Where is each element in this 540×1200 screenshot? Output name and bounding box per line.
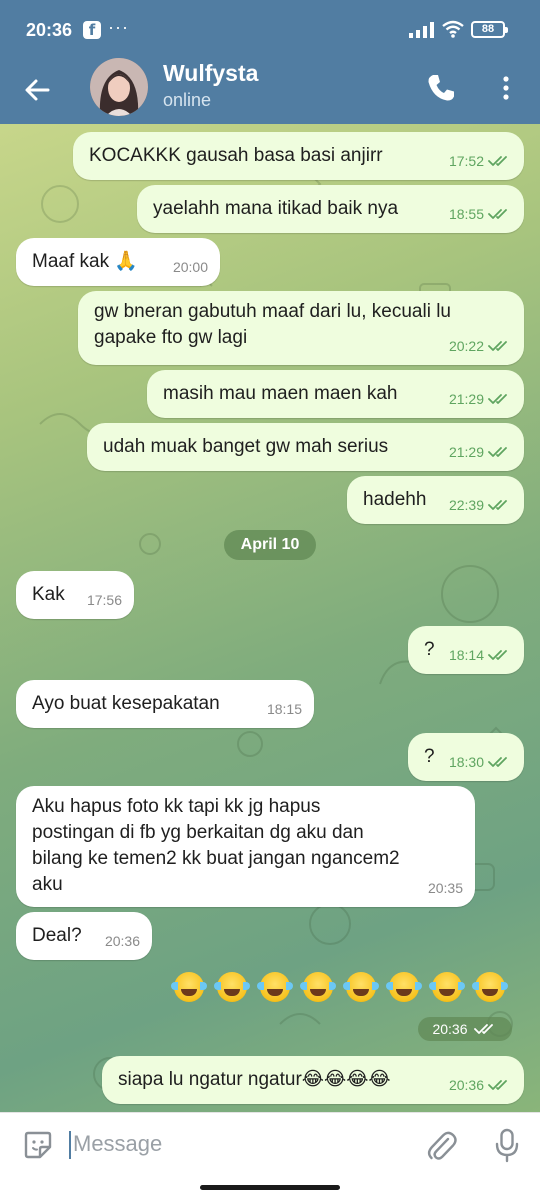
sticker-icon[interactable] <box>22 1129 54 1161</box>
outgoing-message[interactable]: siapa lu ngatur ngatur😂😂😂😂 20:36 <box>102 1056 524 1104</box>
double-check-icon <box>473 1024 493 1034</box>
incoming-message[interactable]: Kak 17:56 <box>16 571 134 619</box>
message-time: 20:36 <box>104 933 140 949</box>
arrow-left-icon[interactable] <box>18 70 58 110</box>
face-with-tears-of-joy-icon <box>429 972 465 1002</box>
message-meta: 17:56 <box>87 587 122 613</box>
more-vertical-icon[interactable] <box>494 70 518 106</box>
message-meta: 21:29 <box>449 439 512 465</box>
text-cursor <box>69 1131 71 1159</box>
double-check-icon <box>488 757 507 767</box>
incoming-message[interactable]: Ayo buat kesepakatan 18:15 <box>16 680 314 728</box>
message-time: 21:29 <box>448 444 484 460</box>
message-time: 17:52 <box>448 153 484 169</box>
message-meta: 20:00 <box>173 254 208 280</box>
avatar-image <box>90 58 148 116</box>
message-time: 17:56 <box>86 592 122 608</box>
double-check-icon <box>488 650 507 660</box>
double-check-icon <box>488 394 507 404</box>
outgoing-message[interactable]: masih mau maen maen kah 21:29 <box>147 370 524 418</box>
message-time: 22:39 <box>448 497 484 513</box>
double-check-icon <box>488 341 507 351</box>
phone-icon[interactable] <box>423 70 459 106</box>
message-time: 18:55 <box>448 206 484 222</box>
message-text: Aku hapus foto kk tapi kk jg hapus posti… <box>32 796 400 895</box>
message-meta: 21:29 <box>449 386 512 412</box>
emoji-message[interactable] <box>171 972 508 1002</box>
message-time: 18:30 <box>448 754 484 770</box>
cellular-signal-icon <box>409 22 434 38</box>
face-with-tears-of-joy-icon <box>386 972 422 1002</box>
message-input-bar: Message <box>0 1112 540 1176</box>
face-with-tears-of-joy-icon <box>343 972 379 1002</box>
message-meta: 20:36 <box>449 1072 512 1098</box>
message-meta: 20:36 <box>105 928 140 954</box>
message-time: 18:14 <box>448 647 484 663</box>
message-meta: 20:22 <box>449 333 512 359</box>
message-meta: 18:14 <box>449 642 512 668</box>
double-check-icon <box>488 447 507 457</box>
incoming-message[interactable]: Deal? 20:36 <box>16 912 152 960</box>
paperclip-icon[interactable] <box>424 1127 458 1163</box>
message-time: 20:22 <box>448 338 484 354</box>
message-meta: 17:52 <box>449 148 512 174</box>
outgoing-message[interactable]: yaelahh mana itikad baik nya 18:55 <box>137 185 524 233</box>
battery-indicator: 88 <box>471 21 508 38</box>
message-input[interactable]: Message <box>73 1131 162 1157</box>
message-meta: 20:35 <box>428 875 463 901</box>
message-meta: 18:55 <box>449 201 512 227</box>
message-text: gw bneran gabutuh maaf dari lu, kecuali … <box>94 301 452 348</box>
microphone-icon[interactable] <box>492 1127 522 1163</box>
message-meta: 18:30 <box>449 749 512 775</box>
contact-name[interactable]: Wulfysta <box>163 60 258 87</box>
outgoing-message[interactable]: KOCAKKK gausah basa basi anjirr 17:52 <box>73 132 524 180</box>
outgoing-message[interactable]: ? 18:14 <box>408 626 524 674</box>
incoming-message[interactable]: Aku hapus foto kk tapi kk jg hapus posti… <box>16 786 475 907</box>
message-time: 18:15 <box>266 701 302 717</box>
chat-header: Wulfysta online <box>0 58 540 124</box>
home-gesture-handle[interactable] <box>200 1185 340 1190</box>
more-notifications-icon: ··· <box>108 17 129 37</box>
incoming-message[interactable]: Maaf kak 🙏 20:00 <box>16 238 220 286</box>
message-text: udah muak banget gw mah serius <box>103 436 389 457</box>
emoji-message-time: 20:36 <box>418 1017 512 1041</box>
system-navigation-bar <box>0 1176 540 1200</box>
face-with-tears-of-joy-icon <box>257 972 293 1002</box>
message-time: 20:36 <box>448 1077 484 1093</box>
status-time: 20:36 <box>26 20 73 40</box>
outgoing-message[interactable]: ? 18:30 <box>408 733 524 781</box>
message-time: 21:29 <box>448 391 484 407</box>
double-check-icon <box>488 156 507 166</box>
face-with-tears-of-joy-icon <box>171 972 207 1002</box>
face-with-tears-of-joy-icon <box>472 972 508 1002</box>
message-meta: 18:15 <box>267 696 302 722</box>
double-check-icon <box>488 209 507 219</box>
face-with-tears-of-joy-icon <box>214 972 250 1002</box>
message-time: 20:35 <box>427 880 463 896</box>
outgoing-message[interactable]: udah muak banget gw mah serius 21:29 <box>87 423 524 471</box>
outgoing-message[interactable]: hadehh 22:39 <box>347 476 524 524</box>
message-time: 20:00 <box>172 259 208 275</box>
face-with-tears-of-joy-icon <box>300 972 336 1002</box>
wifi-icon <box>442 20 464 38</box>
message-text: KOCAKKK gausah basa basi anjirr <box>89 145 383 166</box>
outgoing-message[interactable]: gw bneran gabutuh maaf dari lu, kecuali … <box>78 291 524 365</box>
message-meta: 22:39 <box>449 492 512 518</box>
contact-status: online <box>163 90 212 110</box>
double-check-icon <box>488 500 507 510</box>
avatar[interactable] <box>90 58 148 116</box>
message-text: Ayo buat kesepakatan <box>32 693 220 714</box>
status-bar: 20:36 f ··· 88 <box>0 0 540 58</box>
date-separator: April 10 <box>224 530 316 560</box>
facebook-notification-icon: f <box>83 21 101 39</box>
double-check-icon <box>488 1080 507 1090</box>
chat-area[interactable]: KOCAKKK gausah basa basi anjirr 17:52 yael… <box>0 124 540 1112</box>
message-time: 20:36 <box>432 1021 468 1037</box>
